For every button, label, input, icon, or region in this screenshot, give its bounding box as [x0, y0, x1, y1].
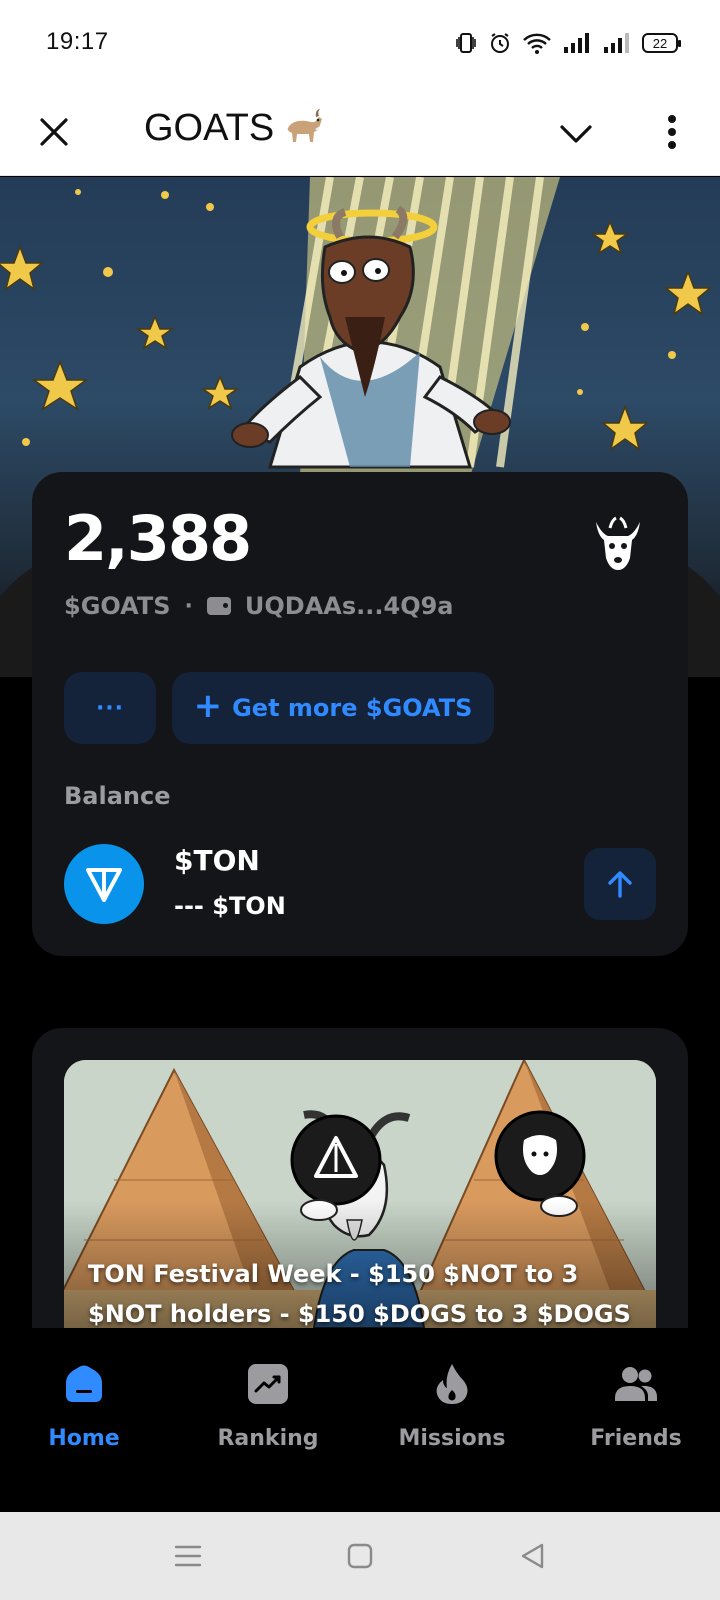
- goat-logo-icon: [596, 516, 640, 570]
- wallet-token-line: $GOATS · UQDAAs...4Q9a: [64, 592, 453, 620]
- close-button[interactable]: [30, 108, 78, 156]
- get-more-goats-button[interactable]: + Get more $GOATS: [172, 672, 494, 744]
- nav-label-friends: Friends: [590, 1426, 682, 1451]
- menu-icon: [174, 1545, 202, 1567]
- battery-icon: 22: [642, 33, 681, 53]
- nav-item-home[interactable]: Home: [4, 1362, 164, 1472]
- separator: ·: [184, 593, 193, 619]
- wallet-card: 2,388 $GOATS · UQDAAs...4Q9a ··· + Get m…: [32, 472, 688, 956]
- signal-icon: [604, 33, 629, 53]
- plus-icon: +: [193, 686, 223, 726]
- status-icons: 22: [454, 28, 681, 58]
- nav-item-missions[interactable]: Missions: [372, 1362, 532, 1472]
- wifi-icon: [523, 33, 551, 54]
- page-title-text: GOATS: [144, 106, 275, 149]
- back-triangle-icon: [521, 1543, 544, 1569]
- nav-item-friends[interactable]: Friends: [556, 1362, 716, 1472]
- get-more-label: Get more $GOATS: [232, 694, 473, 722]
- nav-label-ranking: Ranking: [217, 1426, 319, 1451]
- more-options-button[interactable]: ···: [64, 672, 156, 744]
- nav-label-home: Home: [48, 1426, 120, 1451]
- system-menu-button[interactable]: [168, 1540, 208, 1572]
- system-nav-bar: [0, 1512, 720, 1600]
- app-header: GOATS: [0, 88, 720, 176]
- friends-icon: [614, 1362, 658, 1406]
- ton-icon: [64, 844, 144, 924]
- send-button[interactable]: [584, 848, 656, 920]
- close-icon: [40, 118, 68, 146]
- promo-image: TON Festival Week - $150 $NOT to 3 $NOT …: [64, 1060, 656, 1328]
- nav-label-missions: Missions: [398, 1426, 506, 1451]
- chevron-down-button[interactable]: [552, 110, 600, 158]
- system-back-button[interactable]: [512, 1540, 552, 1572]
- status-time: 19:17: [46, 28, 109, 55]
- more-menu-button[interactable]: [648, 108, 696, 156]
- page-title: GOATS: [144, 106, 326, 150]
- nav-item-ranking[interactable]: Ranking: [188, 1362, 348, 1472]
- system-home-button[interactable]: [340, 1540, 380, 1572]
- battery-level: 22: [652, 35, 668, 51]
- alarm-icon: [491, 33, 509, 53]
- promo-text: TON Festival Week - $150 $NOT to 3 $NOT …: [88, 1260, 631, 1328]
- chart-icon: [246, 1362, 290, 1406]
- ton-balance-row: $TON --- $TON: [64, 844, 656, 924]
- signal-icon: [564, 33, 589, 53]
- status-bar: 19:17 22: [0, 0, 720, 88]
- vibrate-icon: [456, 33, 476, 53]
- wallet-address[interactable]: UQDAAs...4Q9a: [245, 592, 454, 620]
- goat-emoji-icon: [287, 109, 323, 142]
- square-icon: [347, 1543, 373, 1569]
- flame-icon: [430, 1362, 474, 1406]
- home-icon: [62, 1362, 106, 1406]
- goats-balance: 2,388: [64, 502, 252, 575]
- arrow-up-icon: [608, 871, 632, 898]
- more-vertical-icon: [668, 115, 676, 149]
- bottom-nav: Home Ranking Missions Friends: [0, 1328, 720, 1512]
- promo-card[interactable]: TON Festival Week - $150 $NOT to 3 $NOT …: [32, 1028, 688, 1328]
- wallet-icon: [206, 597, 231, 615]
- token-symbol: $GOATS: [64, 592, 171, 620]
- balance-label: Balance: [64, 782, 171, 810]
- chevron-down-icon: [560, 125, 592, 143]
- ton-name: $TON: [174, 844, 260, 877]
- ton-value: --- $TON: [174, 892, 286, 920]
